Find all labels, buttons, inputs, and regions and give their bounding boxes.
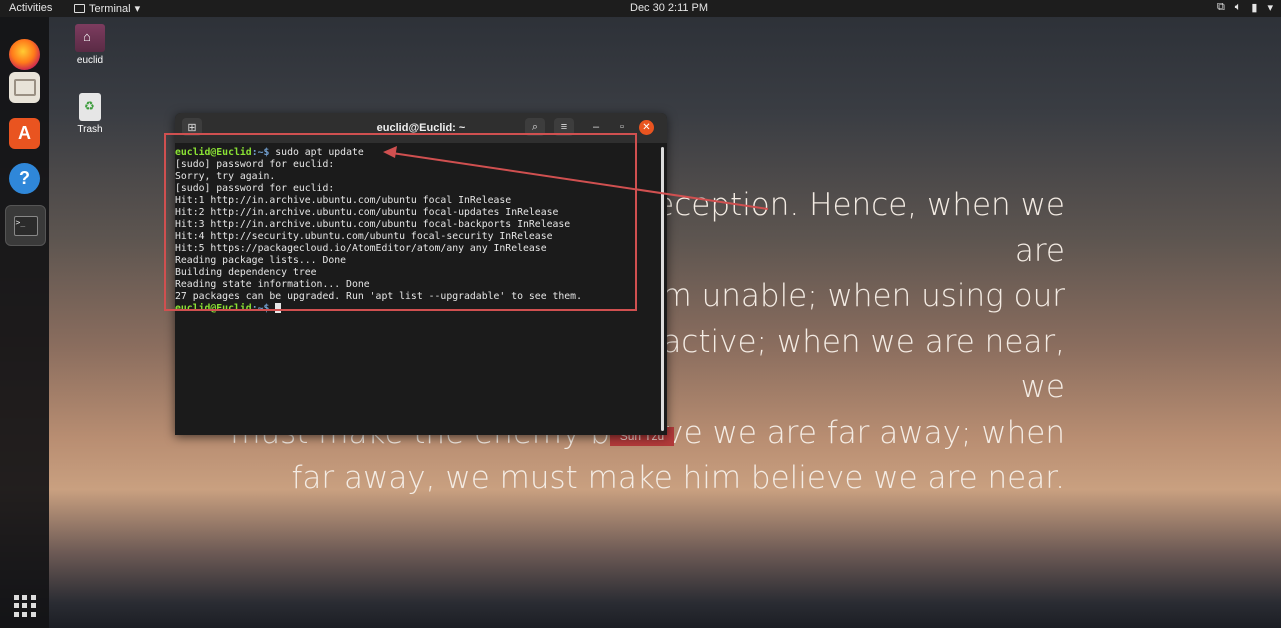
app-menu-label: Terminal bbox=[89, 2, 131, 15]
activities-button[interactable]: Activities bbox=[9, 2, 52, 14]
chevron-down-icon: ▾ bbox=[1267, 2, 1273, 14]
terminal-dock-icon[interactable]: >_ bbox=[5, 205, 46, 246]
trash-desktop-icon[interactable]: Trash bbox=[70, 93, 110, 135]
close-icon[interactable]: ✕ bbox=[639, 120, 654, 135]
dock: A ? >_ bbox=[0, 17, 49, 628]
app-menu[interactable]: Terminal ▾ bbox=[74, 2, 140, 15]
home-folder-icon bbox=[75, 24, 105, 52]
system-tray[interactable]: ⧉ 🔈︎ ▮ ▾ bbox=[1217, 1, 1273, 14]
desktop-icon-label: euclid bbox=[76, 55, 104, 66]
network-icon: ⧉ bbox=[1216, 1, 1225, 13]
annotation-highlight-box bbox=[164, 133, 637, 311]
clock[interactable]: Dec 30 2:11 PM bbox=[630, 2, 708, 14]
software-center-icon[interactable]: A bbox=[9, 118, 40, 149]
show-applications-icon[interactable] bbox=[14, 595, 36, 617]
volume-icon: 🔈︎ bbox=[1234, 1, 1242, 13]
files-icon[interactable] bbox=[9, 72, 40, 103]
chevron-down-icon: ▾ bbox=[134, 3, 141, 15]
help-icon[interactable]: ? bbox=[9, 163, 40, 194]
trash-icon bbox=[79, 93, 101, 121]
battery-icon: ▮ bbox=[1251, 2, 1258, 14]
top-bar: Activities Terminal ▾ Dec 30 2:11 PM ⧉ 🔈… bbox=[0, 0, 1281, 17]
quote-line: far away, we must make him believe we ar… bbox=[291, 460, 1065, 496]
desktop-icon-label: Trash bbox=[77, 124, 103, 135]
home-folder-desktop-icon[interactable]: euclid bbox=[70, 24, 110, 66]
terminal-scrollbar[interactable] bbox=[661, 147, 664, 431]
terminal-icon bbox=[74, 4, 85, 13]
firefox-icon[interactable] bbox=[9, 39, 40, 70]
